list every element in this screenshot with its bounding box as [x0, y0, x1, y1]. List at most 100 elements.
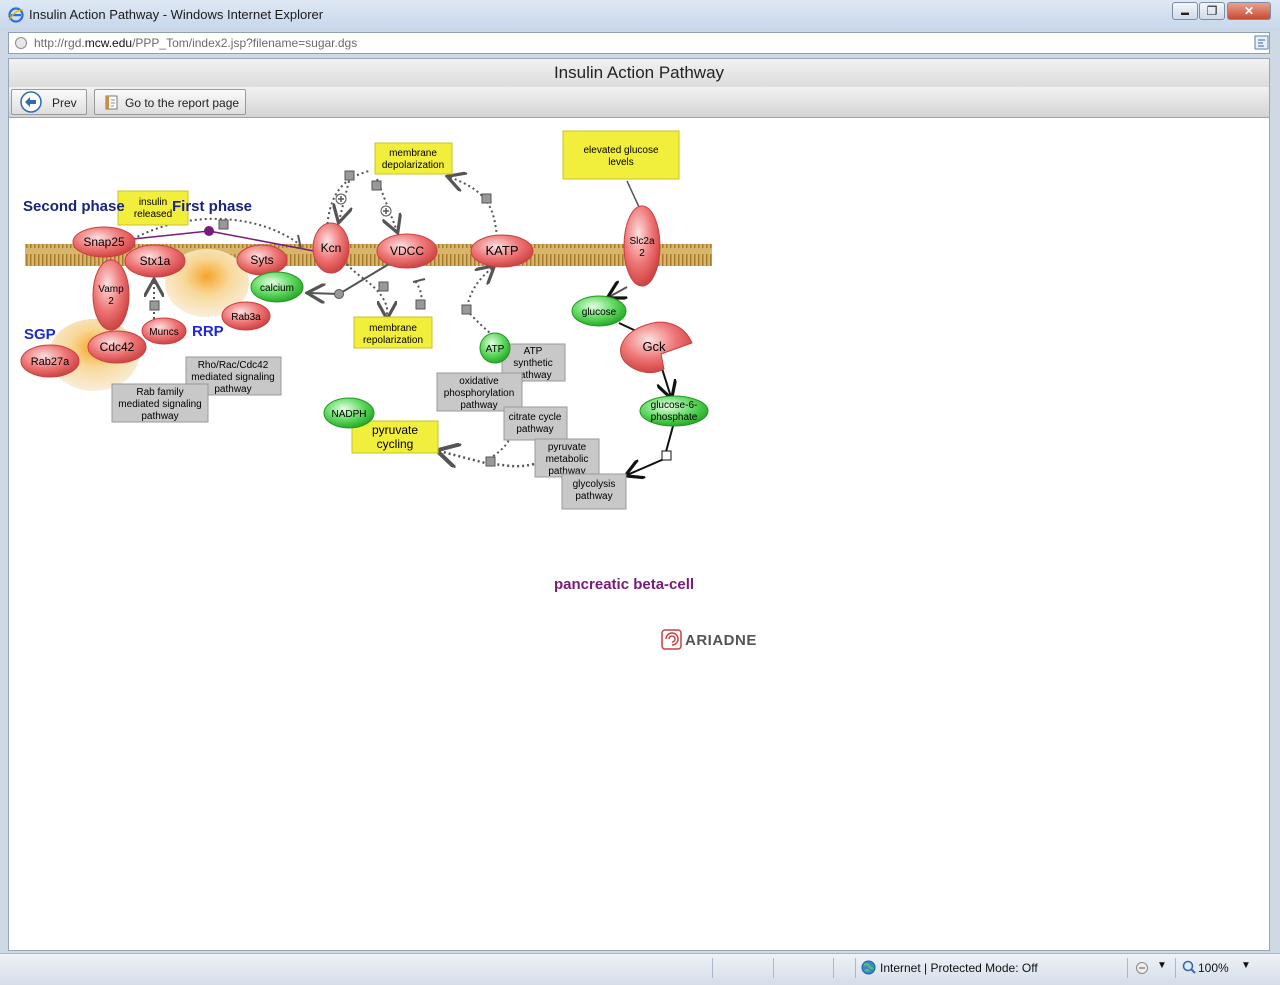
minimize-icon: ▬	[1181, 8, 1189, 17]
internet-explorer-icon	[8, 7, 24, 23]
report-button[interactable]: Go to the report page	[94, 89, 246, 115]
label: Syts	[250, 253, 273, 267]
label: released	[134, 209, 172, 220]
report-label: Go to the report page	[125, 96, 240, 110]
report-icon	[105, 95, 118, 110]
label: oxidative	[459, 376, 499, 387]
process-membrane-depolarization[interactable]: membrane depolarization	[374, 142, 453, 175]
process-pyruvate-cycling[interactable]: pyruvate cycling	[351, 420, 439, 454]
globe-icon	[861, 960, 876, 975]
status-divider	[773, 958, 774, 978]
label: Cdc42	[100, 340, 135, 354]
protein-stx1a[interactable]: Stx1a	[124, 244, 186, 278]
label: membrane	[389, 148, 437, 159]
protein-rab3a[interactable]: Rab3a	[221, 301, 271, 331]
page-title: Insulin Action Pathway	[553, 63, 725, 82]
label: cycling	[377, 437, 414, 451]
protein-snap25[interactable]: Snap25	[72, 226, 136, 258]
zoom-level[interactable]: 100%	[1198, 961, 1229, 975]
pathway-citrate-cycle[interactable]: citrate cycle pathway	[503, 406, 568, 441]
compatibility-view-icon[interactable]	[1254, 35, 1269, 50]
page-header: Insulin Action Pathway	[9, 59, 1269, 88]
status-divider	[855, 958, 856, 978]
minimize-button[interactable]: ▬	[1172, 2, 1198, 20]
label: Muncs	[149, 327, 178, 338]
label: membrane	[369, 323, 417, 334]
ariadne-text: ARIADNE	[685, 632, 757, 649]
second-phase-label: Second phase	[23, 198, 125, 215]
protein-cdc42[interactable]: Cdc42	[87, 330, 147, 364]
protein-kcn[interactable]: Kcn	[312, 222, 350, 274]
window-title: Insulin Action Pathway - Windows Interne…	[29, 7, 324, 22]
label: metabolic	[546, 454, 589, 465]
label: Stx1a	[140, 254, 171, 268]
label: glucose-6-	[651, 400, 698, 411]
label: NADPH	[331, 409, 366, 420]
label: mediated signaling	[118, 399, 201, 410]
protein-syts[interactable]: Syts	[236, 244, 288, 276]
process-elevated-glucose[interactable]: elevated glucose levels	[562, 130, 680, 180]
pathway-rab-family[interactable]: Rab family mediated signaling pathway	[111, 383, 209, 423]
zoom-icon[interactable]	[1182, 960, 1196, 974]
label: KATP	[486, 243, 519, 258]
back-arrow-icon	[20, 91, 42, 113]
protein-muncs[interactable]: Muncs	[141, 317, 187, 345]
label: Rab family	[136, 387, 183, 398]
status-divider	[833, 958, 834, 978]
protein-vamp2[interactable]: Vamp 2	[92, 259, 130, 331]
molecule-nadph[interactable]: NADPH	[323, 397, 375, 429]
label: glycolysis	[573, 479, 616, 490]
pathway-glycolysis[interactable]: glycolysis pathway	[561, 473, 627, 510]
molecule-calcium[interactable]: calcium	[250, 271, 304, 303]
close-button[interactable]: ✕	[1227, 2, 1271, 20]
cell-label: pancreatic beta-cell	[554, 576, 694, 593]
molecule-atp[interactable]: ATP	[479, 332, 511, 364]
label: Rab27a	[31, 356, 70, 368]
label: mediated signaling	[191, 372, 274, 383]
security-zone[interactable]: Internet | Protected Mode: Off	[880, 961, 1038, 975]
label: Vamp	[98, 284, 124, 295]
label: phosphate	[651, 412, 698, 423]
label: Rho/Rac/Cdc42	[198, 360, 269, 371]
url-text[interactable]: http://rgd.mcw.edu/PPP_Tom/index2.jsp?fi…	[34, 36, 357, 50]
label: ATP	[486, 344, 505, 355]
label: 2	[108, 296, 114, 307]
label: repolarization	[363, 335, 423, 346]
chevron-down-icon[interactable]: ▼	[1241, 960, 1251, 971]
page-content: Insulin Action Pathway Prev Go to the re…	[8, 58, 1270, 951]
pathway-pyruvate-metabolic[interactable]: pyruvate metabolic pathway	[534, 438, 600, 478]
chevron-down-icon[interactable]: ▼	[1157, 960, 1167, 971]
protein-rab27a[interactable]: Rab27a	[20, 344, 80, 378]
diagram-toolbar: Prev Go to the report page	[9, 87, 1269, 118]
page-icon	[15, 37, 27, 49]
molecule-glucose[interactable]: glucose	[571, 295, 627, 327]
label: insulin	[139, 197, 167, 208]
label: pyruvate	[372, 423, 418, 437]
address-bar[interactable]: http://rgd.mcw.edu/PPP_Tom/index2.jsp?fi…	[8, 32, 1270, 54]
protected-mode-icon[interactable]	[1135, 960, 1151, 975]
label: elevated glucose	[583, 145, 658, 156]
status-divider	[1175, 958, 1176, 978]
protein-vdcc[interactable]: VDCC	[376, 233, 438, 269]
label: synthetic	[513, 358, 552, 369]
label: VDCC	[390, 244, 424, 258]
protein-katp[interactable]: KATP	[470, 234, 534, 268]
label: pathway	[214, 384, 251, 395]
pathway-oxidative-phosphorylation[interactable]: oxidative phosphorylation pathway	[436, 372, 523, 412]
close-icon: ✕	[1243, 4, 1255, 18]
status-divider	[712, 958, 713, 978]
window-titlebar: Insulin Action Pathway - Windows Interne…	[0, 0, 1280, 30]
protein-slc2a2[interactable]: Slc2a 2	[623, 205, 661, 287]
maximize-button[interactable]: ❐	[1199, 2, 1225, 20]
url-prefix: http://rgd.	[34, 36, 85, 50]
first-phase-label: First phase	[172, 198, 252, 215]
label: calcium	[260, 283, 294, 294]
label: Rab3a	[231, 312, 261, 323]
url-suffix: /PPP_Tom/index2.jsp?filename=sugar.dgs	[132, 36, 358, 50]
molecule-glucose-6-phosphate[interactable]: glucose-6- phosphate	[639, 395, 709, 427]
prev-button[interactable]: Prev	[11, 89, 87, 115]
label: 2	[639, 248, 645, 259]
url-domain: mcw.edu	[84, 36, 133, 50]
label: depolarization	[382, 160, 444, 171]
process-membrane-repolarization[interactable]: membrane repolarization	[353, 316, 433, 349]
